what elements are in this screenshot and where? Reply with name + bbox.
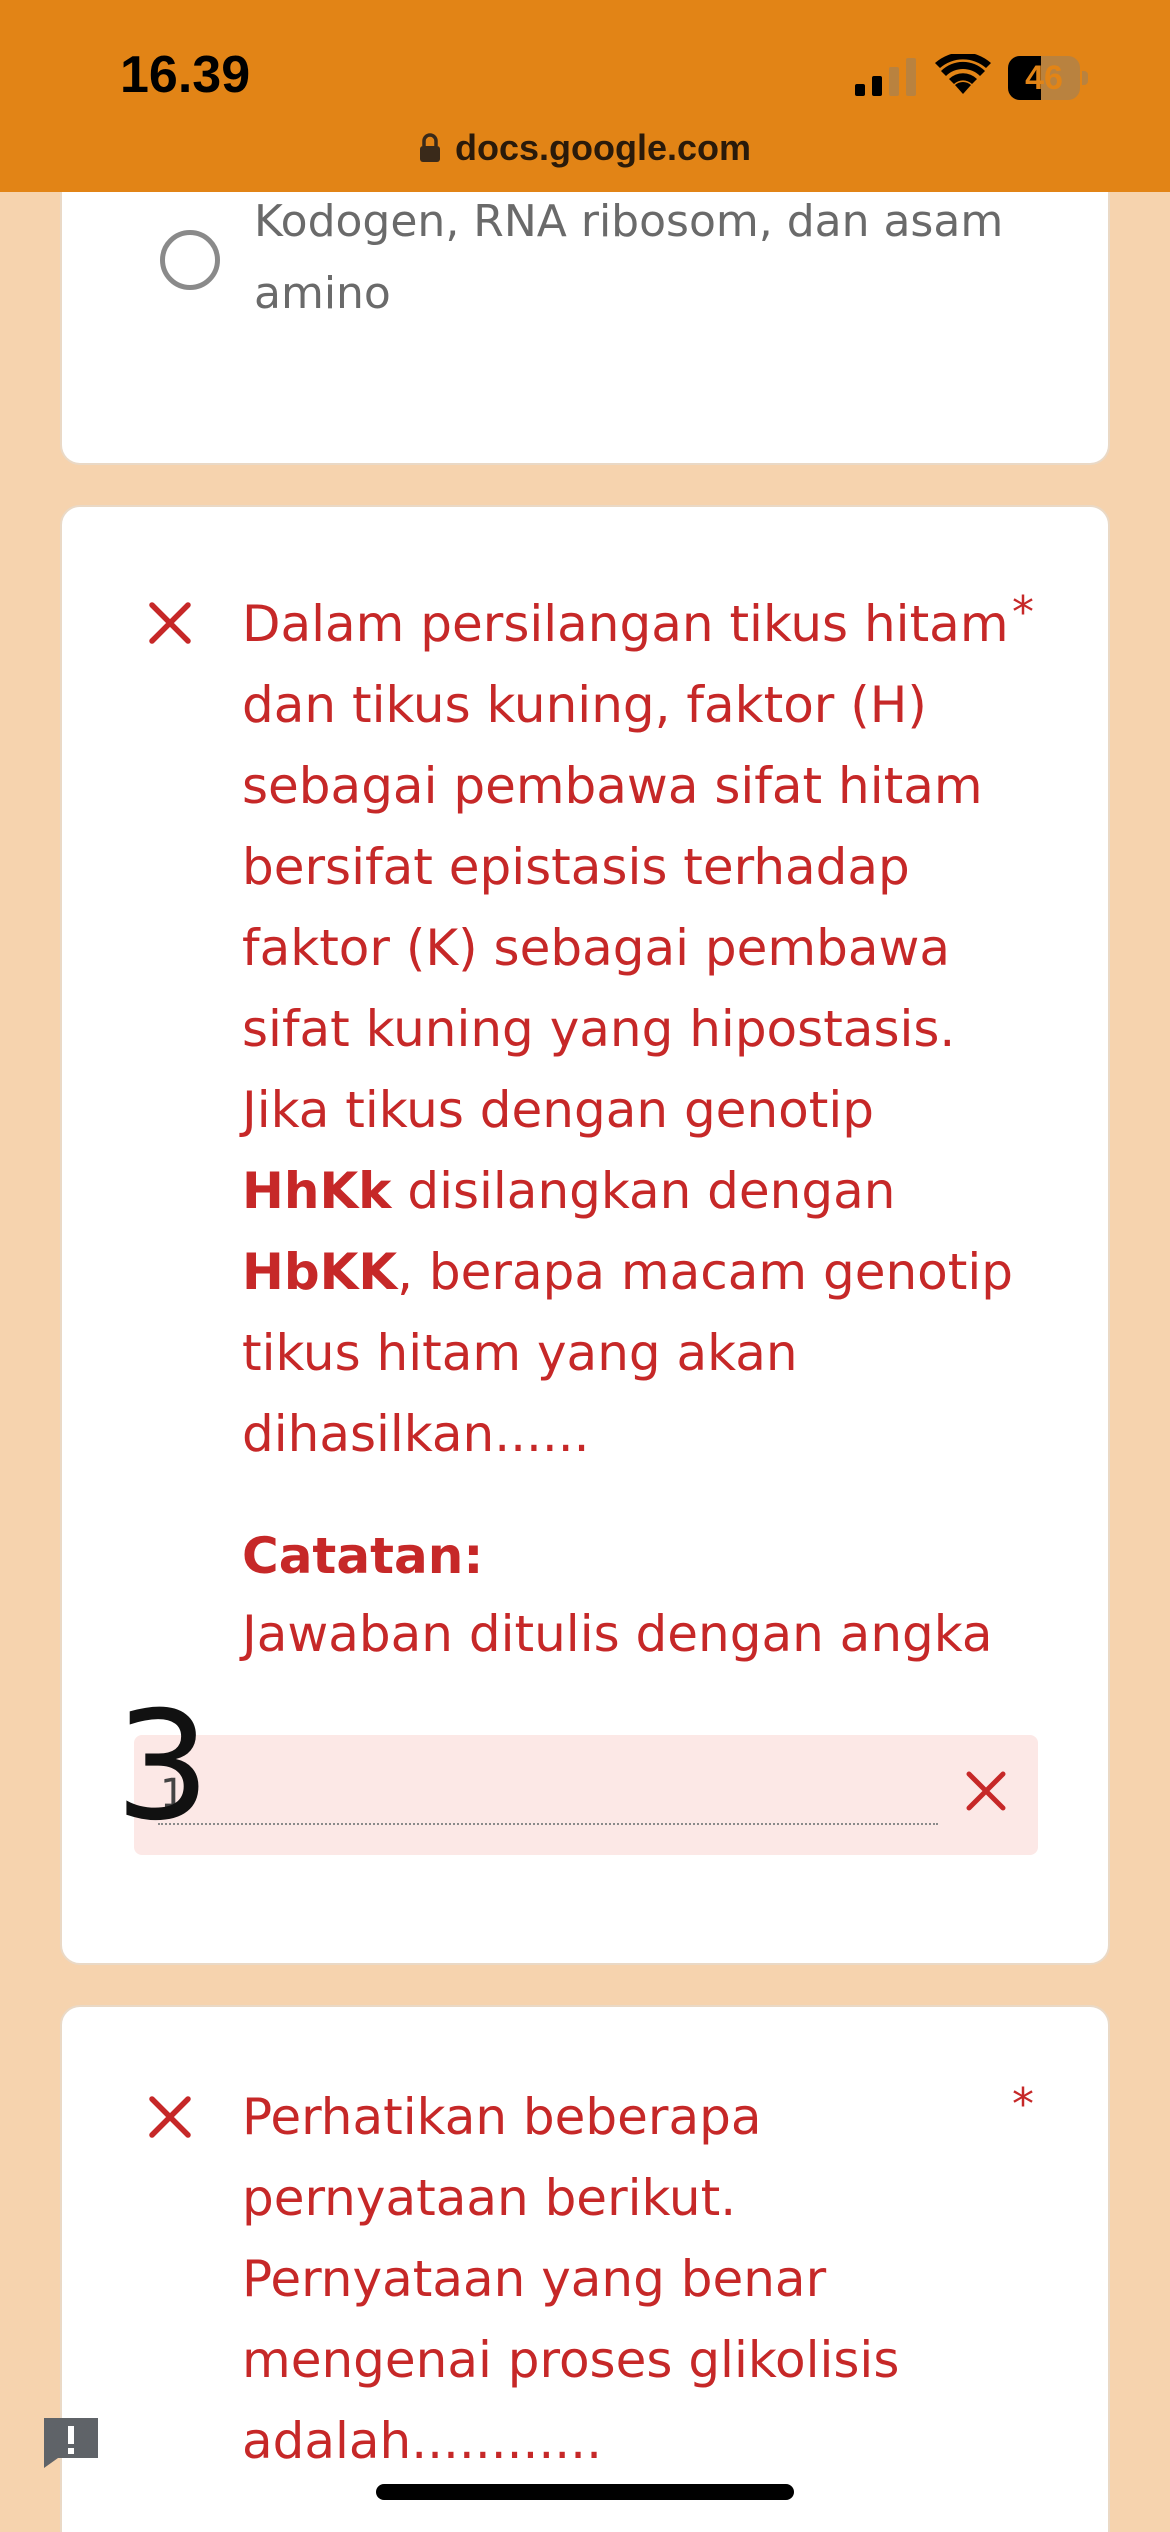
status-time: 16.39 <box>120 46 251 104</box>
incorrect-answer-x-icon <box>966 1771 1006 1811</box>
url-text: docs.google.com <box>454 127 752 168</box>
browser-url-bar[interactable]: docs.google.com <box>0 120 1170 176</box>
genotype-bold-1: HhKk <box>242 1162 392 1220</box>
home-indicator[interactable] <box>376 2484 794 2500</box>
previous-question-card: Kodogen, RNA ribosom, dan asam amino <box>60 150 1110 465</box>
question-text: Dalam persilangan tikus hitam dan tikus … <box>242 595 1013 1463</box>
question-card-2: * Perhatikan beberapa pernyataan berikut… <box>60 2005 1110 2532</box>
required-asterisk: * <box>1012 2079 1034 2130</box>
incorrect-x-icon <box>149 2096 191 2138</box>
incorrect-x-icon <box>149 602 191 644</box>
wifi-icon <box>935 54 991 94</box>
note-title: Catatan: <box>242 1527 484 1585</box>
status-bar: 16.39 46 docs.google.com <box>0 0 1170 192</box>
lock-icon <box>419 133 440 162</box>
genotype-bold-2: HbKK <box>242 1243 398 1301</box>
report-feedback-icon[interactable] <box>40 2414 102 2470</box>
handwritten-mark: 3 <box>115 1680 211 1854</box>
question-card-1: * Dalam persilangan tikus hitam dan tiku… <box>60 505 1110 1965</box>
note-text: Jawaban ditulis dengan angka <box>242 1605 993 1663</box>
battery-indicator: 46 <box>1008 56 1088 100</box>
battery-percentage: 46 <box>1025 59 1063 97</box>
cellular-signal-icon <box>855 58 916 96</box>
option-label[interactable]: Kodogen, RNA ribosom, dan asam amino <box>254 186 1034 330</box>
answer-underline <box>158 1823 938 1825</box>
question-text: Perhatikan beberapa pernyataan berikut. … <box>242 2088 900 2470</box>
answer-input[interactable]: 1 <box>134 1735 1038 1855</box>
radio-button[interactable] <box>160 230 220 290</box>
